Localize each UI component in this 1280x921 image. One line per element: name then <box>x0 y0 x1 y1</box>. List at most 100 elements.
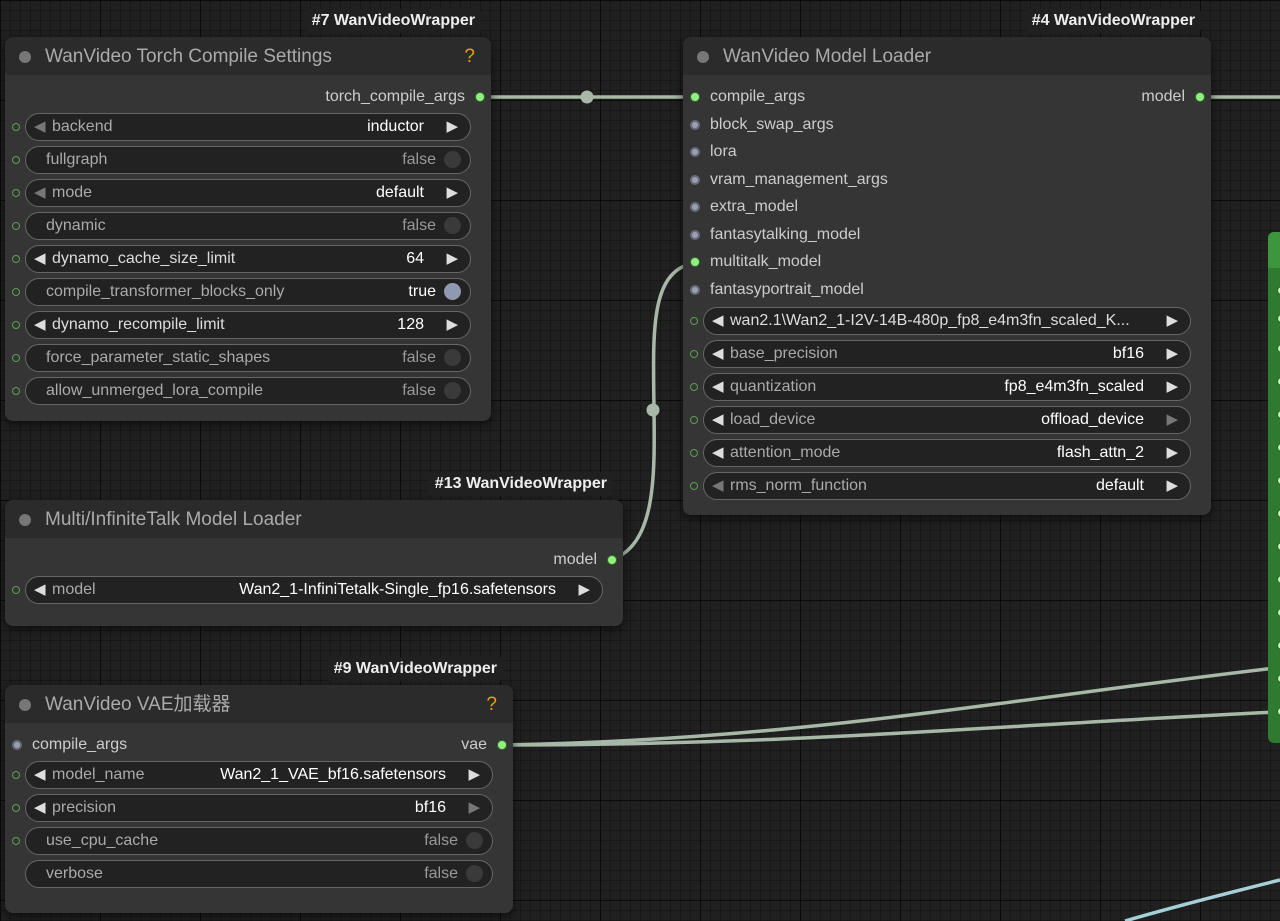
input-socket[interactable] <box>690 257 700 267</box>
green-node-header[interactable] <box>1268 232 1280 268</box>
widget-use-cpu-cache[interactable]: use_cpu_cache false <box>5 825 513 858</box>
arrow-right-icon[interactable]: ▶ <box>1166 308 1178 333</box>
combo-widget[interactable]: ◀ backend inductor ▶ <box>25 112 471 141</box>
widget-attention-mode[interactable]: ◀ attention_mode flash_attn_2 ▶ <box>683 437 1211 470</box>
widget-force-parameter-static-shapes[interactable]: force_parameter_static_shapes false <box>5 342 491 375</box>
widget-socket[interactable] <box>690 482 698 490</box>
node-title[interactable]: WanVideo VAE加载器 ? <box>5 685 513 723</box>
arrow-left-icon[interactable]: ◀ <box>712 440 724 465</box>
widget-socket[interactable] <box>12 155 20 164</box>
collapse-dot-icon[interactable] <box>19 699 31 711</box>
toggle-widget[interactable]: allow_unmerged_lora_compile false <box>25 376 471 405</box>
input-socket[interactable] <box>690 92 700 102</box>
combo-widget[interactable]: ◀ model Wan2_1-InfiniTetalk-Single_fp16.… <box>25 575 603 604</box>
arrow-left-icon[interactable]: ◀ <box>712 407 724 432</box>
input-socket[interactable] <box>690 202 700 212</box>
node-multitalk-model-loader[interactable]: #13 WanVideoWrapper Multi/InfiniteTalk M… <box>5 472 623 626</box>
toggle-knob-icon[interactable] <box>444 348 461 366</box>
arrow-left-icon[interactable]: ◀ <box>34 795 46 820</box>
widget-dynamic[interactable]: dynamic false <box>5 210 491 243</box>
widget-mode[interactable]: ◀ mode default ▶ <box>5 177 491 210</box>
arrow-right-icon[interactable]: ▶ <box>446 180 458 205</box>
widget-socket[interactable] <box>12 254 20 263</box>
widget-model[interactable]: ◀ model Wan2_1-InfiniTetalk-Single_fp16.… <box>5 574 623 607</box>
widget-load-device[interactable]: ◀ load_device offload_device ▶ <box>683 404 1211 437</box>
arrow-right-icon[interactable]: ▶ <box>1166 473 1178 498</box>
output-socket[interactable] <box>475 92 485 102</box>
arrow-left-icon[interactable]: ◀ <box>34 577 46 602</box>
widget-rms-norm-function[interactable]: ◀ rms_norm_function default ▶ <box>683 470 1211 503</box>
node-title[interactable]: Multi/InfiniteTalk Model Loader <box>5 500 623 538</box>
toggle-knob-icon[interactable] <box>444 381 461 399</box>
widget-socket[interactable] <box>12 188 20 197</box>
arrow-right-icon[interactable]: ▶ <box>1166 440 1178 465</box>
combo-widget[interactable]: ◀ base_precision bf16 ▶ <box>703 340 1191 368</box>
widget-socket[interactable] <box>690 416 698 424</box>
output-socket[interactable] <box>497 740 507 750</box>
arrow-right-icon[interactable]: ▶ <box>1166 341 1178 366</box>
combo-widget[interactable]: ◀ rms_norm_function default ▶ <box>703 472 1191 500</box>
widget-socket[interactable] <box>12 287 20 296</box>
input-socket[interactable] <box>690 174 700 185</box>
toggle-knob-icon[interactable] <box>466 864 483 882</box>
arrow-left-icon[interactable]: ◀ <box>34 180 46 205</box>
toggle-widget[interactable]: use_cpu_cache false <box>25 826 493 855</box>
node-torch-compile-settings[interactable]: #7 WanVideoWrapper WanVideo Torch Compil… <box>5 9 491 421</box>
combo-widget[interactable]: ◀ model_name Wan2_1_VAE_bf16.safetensors… <box>25 760 493 789</box>
combo-widget[interactable]: ◀ load_device offload_device ▶ <box>703 406 1191 434</box>
input-socket[interactable] <box>690 229 700 240</box>
input-socket[interactable] <box>690 284 700 295</box>
widget-compile-transformer-blocks-only[interactable]: compile_transformer_blocks_only true <box>5 276 491 309</box>
number-widget[interactable]: ◀ dynamo_recompile_limit 128 ▶ <box>25 310 471 339</box>
widget-backend[interactable]: ◀ backend inductor ▶ <box>5 111 491 144</box>
widget-socket[interactable] <box>690 383 698 391</box>
widget-socket[interactable] <box>690 449 698 457</box>
widget-allow-unmerged-lora-compile[interactable]: allow_unmerged_lora_compile false <box>5 375 491 408</box>
arrow-left-icon[interactable]: ◀ <box>712 473 724 498</box>
arrow-left-icon[interactable]: ◀ <box>34 114 46 139</box>
number-widget[interactable]: ◀ dynamo_cache_size_limit 64 ▶ <box>25 244 471 273</box>
collapse-dot-icon[interactable] <box>19 514 31 526</box>
output-socket[interactable] <box>607 555 617 565</box>
help-icon[interactable]: ? <box>464 37 475 77</box>
widget-verbose[interactable]: verbose false <box>5 858 513 891</box>
toggle-knob-icon[interactable] <box>444 282 461 300</box>
widget-socket[interactable] <box>12 585 20 594</box>
node-title[interactable]: WanVideo Model Loader <box>683 37 1211 75</box>
toggle-widget[interactable]: verbose false <box>25 859 493 888</box>
arrow-right-icon[interactable]: ▶ <box>468 762 480 787</box>
toggle-widget[interactable]: dynamic false <box>25 211 471 240</box>
input-socket[interactable] <box>690 147 700 157</box>
green-node-partial[interactable] <box>1268 232 1280 743</box>
arrow-right-icon[interactable]: ▶ <box>578 577 590 602</box>
widget-base-precision[interactable]: ◀ base_precision bf16 ▶ <box>683 338 1211 371</box>
input-socket[interactable] <box>12 740 22 750</box>
arrow-left-icon[interactable]: ◀ <box>712 341 724 366</box>
node-title[interactable]: WanVideo Torch Compile Settings ? <box>5 37 491 75</box>
widget-socket[interactable] <box>12 770 20 779</box>
collapse-dot-icon[interactable] <box>19 51 31 63</box>
widget-fullgraph[interactable]: fullgraph false <box>5 144 491 177</box>
toggle-knob-icon[interactable] <box>466 831 483 849</box>
toggle-knob-icon[interactable] <box>444 216 461 234</box>
collapse-dot-icon[interactable] <box>697 51 709 63</box>
arrow-right-icon[interactable]: ▶ <box>446 312 458 337</box>
widget-socket[interactable] <box>690 317 698 325</box>
arrow-right-icon[interactable]: ▶ <box>446 114 458 139</box>
arrow-right-icon[interactable]: ▶ <box>1166 407 1178 432</box>
combo-widget[interactable]: ◀ quantization fp8_e4m3fn_scaled ▶ <box>703 373 1191 401</box>
toggle-widget[interactable]: fullgraph false <box>25 145 471 174</box>
widget-model-name[interactable]: ◀ model_name Wan2_1_VAE_bf16.safetensors… <box>5 759 513 792</box>
widget-dynamo-cache-size-limit[interactable]: ◀ dynamo_cache_size_limit 64 ▶ <box>5 243 491 276</box>
arrow-left-icon[interactable]: ◀ <box>712 308 724 333</box>
widget-socket[interactable] <box>12 320 20 329</box>
widget-precision[interactable]: ◀ precision bf16 ▶ <box>5 792 513 825</box>
arrow-right-icon[interactable]: ▶ <box>446 246 458 271</box>
widget-socket[interactable] <box>12 386 20 395</box>
node-vae-loader[interactable]: #9 WanVideoWrapper WanVideo VAE加载器 ? com… <box>5 657 513 913</box>
arrow-left-icon[interactable]: ◀ <box>34 762 46 787</box>
arrow-left-icon[interactable]: ◀ <box>34 246 46 271</box>
combo-widget[interactable]: ◀ attention_mode flash_attn_2 ▶ <box>703 439 1191 467</box>
arrow-left-icon[interactable]: ◀ <box>34 312 46 337</box>
combo-widget[interactable]: ◀ precision bf16 ▶ <box>25 793 493 822</box>
